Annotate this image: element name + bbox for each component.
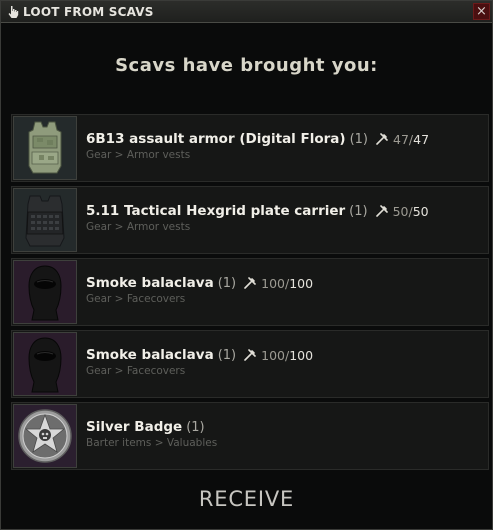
item-quantity: (1) bbox=[186, 419, 205, 435]
item-category: Gear > Facecovers bbox=[86, 365, 186, 377]
item-quantity: (1) bbox=[217, 347, 237, 363]
durability-max: 50 bbox=[412, 203, 429, 219]
hand-cursor-icon bbox=[7, 5, 19, 19]
plate-carrier-icon bbox=[13, 188, 77, 252]
tools-icon bbox=[244, 277, 256, 289]
durability-current: 100 bbox=[261, 347, 285, 363]
item-category: Barter items > Valuables bbox=[86, 437, 218, 449]
tools-icon bbox=[375, 205, 388, 217]
list-item[interactable]: 5.11 Tactical Hexgrid plate carrier (1) … bbox=[11, 186, 489, 254]
item-quantity: (1) bbox=[349, 131, 368, 147]
item-name: Smoke balaclava bbox=[86, 347, 214, 363]
item-category: Gear > Armor vests bbox=[86, 149, 191, 161]
item-category: Gear > Armor vests bbox=[86, 221, 191, 233]
durability-max: 47 bbox=[413, 131, 430, 147]
window-title: LOOT FROM SCAVS bbox=[23, 4, 154, 19]
durability-current: 100 bbox=[261, 275, 285, 291]
balaclava-icon bbox=[13, 332, 77, 396]
close-button[interactable]: × bbox=[473, 3, 490, 20]
loot-list: 6B13 assault armor (Digital Flora) (1) 4… bbox=[11, 114, 489, 474]
item-category: Gear > Facecovers bbox=[86, 293, 186, 305]
badge-icon bbox=[13, 404, 77, 468]
receive-button[interactable]: RECEIVE bbox=[171, 483, 322, 515]
item-name: Silver Badge bbox=[86, 419, 183, 435]
item-name: 5.11 Tactical Hexgrid plate carrier bbox=[86, 203, 346, 219]
tools-icon bbox=[244, 349, 256, 361]
durability-max: 100 bbox=[289, 347, 314, 363]
durability-current: 47 bbox=[393, 131, 409, 147]
durability-current: 50 bbox=[392, 203, 409, 219]
item-name: Smoke balaclava bbox=[86, 275, 214, 291]
loot-window: LOOT FROM SCAVS × Scavs have brought you… bbox=[0, 0, 493, 530]
loot-heading: Scavs have brought you: bbox=[115, 55, 378, 76]
tools-icon bbox=[376, 133, 388, 145]
title-bar[interactable]: LOOT FROM SCAVS × bbox=[1, 1, 492, 23]
item-quantity: (1) bbox=[349, 203, 368, 219]
list-item[interactable]: Silver Badge (1) Barter items > Valuable… bbox=[11, 402, 489, 470]
list-item[interactable]: Smoke balaclava (1) 100/100 Gear > Facec… bbox=[11, 258, 489, 326]
armor-vest-icon bbox=[13, 116, 77, 180]
list-item[interactable]: 6B13 assault armor (Digital Flora) (1) 4… bbox=[11, 114, 489, 182]
item-quantity: (1) bbox=[217, 275, 237, 291]
list-item[interactable]: Smoke balaclava (1) 100/100 Gear > Facec… bbox=[11, 330, 489, 398]
balaclava-icon bbox=[13, 260, 77, 324]
item-name: 6B13 assault armor (Digital Flora) bbox=[86, 131, 346, 147]
durability-max: 100 bbox=[289, 275, 314, 291]
